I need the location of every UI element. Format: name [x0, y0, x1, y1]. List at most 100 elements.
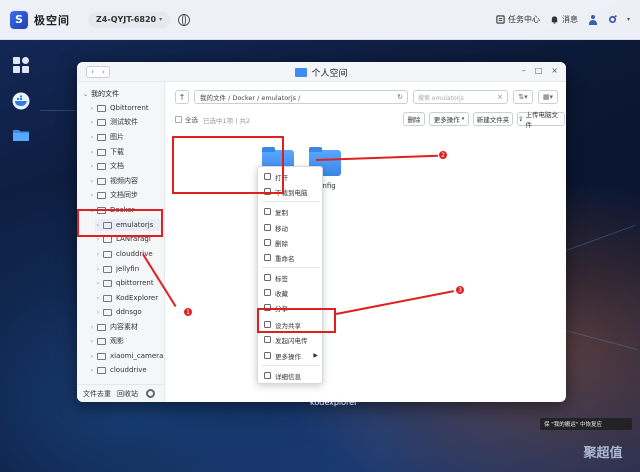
chevron-right-icon: ›	[96, 279, 100, 287]
chevron-right-icon: ›	[90, 162, 94, 170]
menu-item-more[interactable]: 更多操作 ▶	[258, 349, 324, 362]
watermark-logo: 聚超值	[583, 445, 623, 461]
up-arrow-button[interactable]: ↑	[175, 90, 189, 104]
globe-icon[interactable]	[178, 13, 191, 26]
deduplicate-button[interactable]: 文件去重	[83, 389, 111, 399]
sidebar-item[interactable]: › 视频内容	[89, 175, 138, 187]
folder-icon	[103, 308, 112, 316]
more-ops-button[interactable]: 更多操作 ▾	[429, 112, 469, 126]
folder-icon	[103, 250, 112, 258]
menu-item-copy[interactable]: 复制	[258, 205, 324, 218]
menu-item-favorite[interactable]: 收藏	[258, 286, 324, 299]
chevron-right-icon: ›	[90, 148, 94, 156]
sidebar-item[interactable]: › qbittorrent	[95, 277, 154, 289]
sidebar-item[interactable]: › 下载	[89, 146, 124, 158]
sidebar-item[interactable]: › jellyfin	[95, 263, 139, 275]
folder-icon	[295, 68, 308, 77]
chevron-right-icon: ›	[96, 294, 100, 302]
folder-icon[interactable]	[12, 126, 30, 144]
checkbox-icon	[175, 115, 182, 123]
folder-icon	[103, 279, 112, 287]
sidebar-item[interactable]: › xiaomi_camera	[89, 350, 164, 362]
window-titlebar[interactable]: ‹ › 个人空间 – □ ×	[77, 62, 566, 82]
sidebar-item[interactable]: › 文档同步	[89, 189, 138, 201]
sidebar-item[interactable]: › 测试软件	[89, 116, 138, 128]
task-center-button[interactable]: 任务中心	[496, 14, 540, 25]
chevron-right-icon: ›	[96, 265, 100, 273]
refresh-icon[interactable]: ↻	[397, 93, 403, 101]
search-placeholder: 搜索 emulatorjs	[418, 94, 464, 102]
delete-button[interactable]: 删除	[403, 112, 425, 126]
sort-icon: ⇅▾	[518, 93, 528, 101]
sidebar-item[interactable]: › 图片	[89, 131, 124, 143]
chevron-right-icon: ›	[90, 104, 94, 112]
close-button[interactable]: ×	[551, 66, 558, 75]
docker-whale-icon[interactable]	[12, 92, 30, 110]
folder-icon	[97, 337, 106, 345]
folder-icon	[97, 177, 106, 185]
chevron-right-icon: ›	[90, 352, 94, 360]
select-all-checkbox[interactable]: 全选	[175, 114, 198, 124]
copy-icon	[264, 208, 271, 215]
sidebar-item[interactable]: › ddnsgo	[95, 306, 142, 318]
menu-item-rename[interactable]: 重命名	[258, 251, 324, 264]
user-icon[interactable]	[588, 14, 598, 25]
maximize-button[interactable]: □	[535, 66, 543, 75]
folder-icon	[103, 294, 112, 302]
folder-icon	[97, 148, 106, 156]
menu-divider	[262, 365, 320, 366]
menu-item-delete[interactable]: 删除	[258, 236, 324, 249]
menu-item-details[interactable]: 详细信息	[258, 369, 324, 382]
desktop-decor-line	[40, 110, 75, 111]
chevron-down-icon[interactable]: ▾	[627, 16, 630, 23]
gear-icon[interactable]	[146, 389, 155, 398]
chevron-right-icon: ▶	[313, 352, 318, 359]
annotation-number-1: 1	[183, 307, 193, 317]
annotation-box-3	[257, 308, 336, 333]
menu-item-move[interactable]: 移动	[258, 221, 324, 234]
sidebar-item[interactable]: › clouddrive	[89, 364, 147, 376]
search-input[interactable]: 搜索 emulatorjs ×	[413, 90, 508, 104]
apps-grid-icon[interactable]	[12, 56, 30, 74]
minimize-button[interactable]: –	[522, 66, 526, 75]
info-icon	[264, 372, 271, 379]
new-folder-button[interactable]: 新建文件夹	[473, 112, 513, 126]
annotation-number-2: 2	[438, 150, 448, 160]
star-icon	[264, 289, 271, 296]
sidebar-item[interactable]: › 文档	[89, 160, 124, 172]
window-title: 个人空间	[77, 66, 566, 79]
trash-icon	[264, 239, 271, 246]
chevron-right-icon: ›	[96, 308, 100, 316]
sidebar-item[interactable]: › KodExplorer	[95, 292, 158, 304]
sidebar-item[interactable]: › Qbittorrent	[89, 102, 149, 114]
rename-icon	[264, 254, 271, 261]
chevron-right-icon: ›	[90, 133, 94, 141]
menu-item-flash-transfer[interactable]: 发起闪电传	[258, 333, 324, 346]
app-name: 极空间	[34, 13, 70, 27]
sort-button[interactable]: ⇅▾	[513, 90, 533, 104]
sidebar-item[interactable]: › 内容素材	[89, 321, 138, 333]
sidebar-item[interactable]: › 观影	[89, 335, 124, 347]
folder-icon	[97, 352, 106, 360]
sidebar-header[interactable]: ⌄ 我的文件	[83, 89, 119, 99]
messages-button[interactable]: 消息	[550, 14, 578, 25]
main-content: ↑ 我的文件 / Docker / emulatorjs / ↻ 搜索 emul…	[165, 82, 566, 402]
sidebar-footer: 文件去重 回收站	[77, 384, 165, 402]
close-icon[interactable]: ×	[497, 93, 503, 101]
view-mode-button[interactable]: ▦▾	[538, 90, 558, 104]
chevron-down-icon: ▾	[159, 16, 163, 23]
path-text: 我的文件 / Docker / emulatorjs /	[200, 94, 301, 102]
upload-button[interactable]: ⇪ 上传电脑文件	[517, 111, 565, 129]
bell-icon	[551, 16, 558, 24]
chevron-right-icon: ›	[90, 118, 94, 126]
chevron-right-icon: ›	[90, 323, 94, 331]
recycle-bin-button[interactable]: 回收站	[117, 389, 138, 399]
desktop-icon-label[interactable]: kodexplorer	[310, 398, 357, 407]
gear-icon[interactable]	[608, 15, 617, 24]
path-bar[interactable]: 我的文件 / Docker / emulatorjs / ↻	[194, 90, 408, 104]
selection-count: 已选中1项 | 共2	[203, 117, 251, 125]
menu-item-tag[interactable]: 标签	[258, 271, 324, 284]
toolbar: 全选 已选中1项 | 共2 删除 更多操作 ▾ 新建文件夹 ⇪ 上传电脑文件	[175, 111, 565, 129]
device-selector[interactable]: Z4-QYJT-6820 ▾	[88, 11, 171, 28]
chevron-right-icon: ›	[90, 191, 94, 199]
